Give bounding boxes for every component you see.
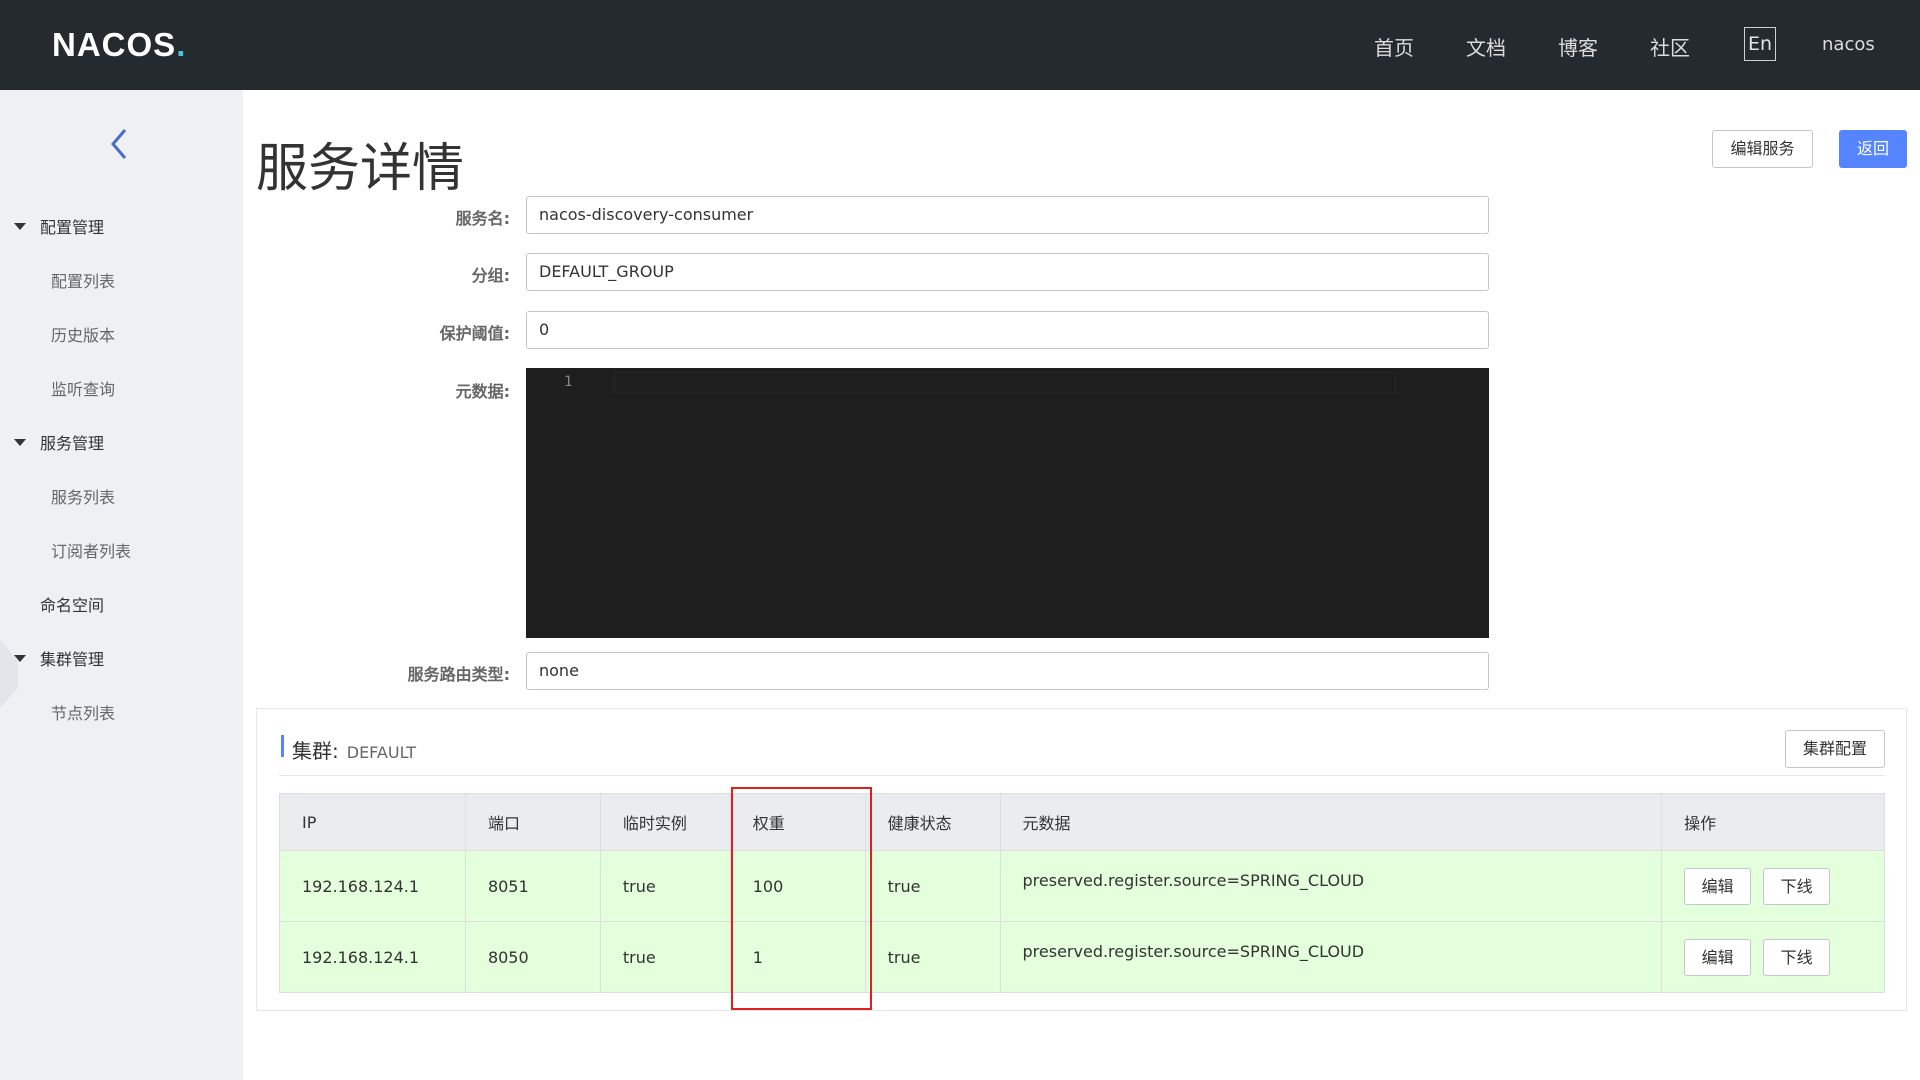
sidebar-group-cluster[interactable]: 集群管理 (14, 646, 104, 670)
nav-docs[interactable]: 文档 (1466, 32, 1506, 61)
cell-port: 8051 (464, 850, 601, 922)
sidebar-item-history[interactable]: 历史版本 (51, 322, 115, 346)
caret-down-icon (14, 654, 26, 662)
editor-current-line (614, 372, 1396, 394)
column-header-metadata: 元数据 (999, 793, 1663, 851)
cell-health: true (864, 921, 1001, 993)
sidebar-group-config[interactable]: 配置管理 (14, 214, 104, 238)
offline-instance-button[interactable]: 下线 (1763, 938, 1831, 976)
cluster-title: 集群: DEFAULT (281, 735, 416, 763)
logo-dot: . (176, 26, 187, 63)
sidebar-group-service[interactable]: 服务管理 (14, 430, 104, 454)
cell-ephemeral: true (599, 921, 731, 993)
sidebar (0, 90, 243, 1080)
service-name-label: 服务名: (455, 209, 510, 228)
sidebar-item-subscriber-list[interactable]: 订阅者列表 (51, 538, 131, 562)
page-title: 服务详情 (256, 139, 465, 199)
service-name-field[interactable]: nacos-discovery-consumer (526, 196, 1489, 234)
top-nav-bar: NACOS. 首页 文档 博客 社区 En nacos (0, 0, 1920, 90)
chevron-left-icon[interactable] (104, 124, 134, 164)
cell-ip: 192.168.124.1 (279, 850, 466, 922)
group-label: 分组: (471, 266, 510, 285)
caret-down-icon (14, 222, 26, 230)
back-button[interactable]: 返回 (1839, 130, 1907, 168)
cluster-label: 集群: (292, 739, 339, 763)
cell-ephemeral: true (599, 850, 731, 922)
user-name[interactable]: nacos (1822, 34, 1875, 55)
nav-blog[interactable]: 博客 (1558, 32, 1598, 61)
cluster-card: 集群: DEFAULT 集群配置 IP 端口 临时实例 权重 健康状态 元数据 … (256, 708, 1907, 1011)
cell-health: true (864, 850, 1001, 922)
nacos-logo[interactable]: NACOS. (52, 25, 186, 65)
offline-instance-button[interactable]: 下线 (1763, 867, 1831, 905)
protect-threshold-field[interactable]: 0 (526, 311, 1489, 349)
table-row: 192.168.124.1 8051 true 100 true preserv… (279, 850, 1885, 922)
sidebar-item-config-list[interactable]: 配置列表 (51, 268, 115, 292)
cell-weight: 100 (729, 850, 866, 922)
cell-actions: 编辑 下线 (1661, 850, 1885, 922)
cell-weight: 1 (729, 921, 866, 993)
column-header-health: 健康状态 (864, 793, 1001, 851)
edit-service-button[interactable]: 编辑服务 (1712, 130, 1813, 168)
metadata-label: 元数据: (455, 382, 510, 401)
sidebar-group-label: 集群管理 (40, 650, 105, 669)
column-header-ephemeral: 临时实例 (599, 793, 731, 851)
cell-metadata: preserved.register.source=SPRING_CLOUD (999, 850, 1663, 922)
cell-ip: 192.168.124.1 (279, 921, 466, 993)
cell-actions: 编辑 下线 (1661, 921, 1885, 993)
selector-type-field[interactable]: none (526, 652, 1489, 690)
language-toggle-button[interactable]: En (1744, 27, 1776, 61)
column-header-weight: 权重 (729, 793, 866, 851)
cluster-config-button[interactable]: 集群配置 (1785, 730, 1885, 768)
table-row: 192.168.124.1 8050 true 1 true preserved… (279, 921, 1885, 993)
sidebar-item-service-list[interactable]: 服务列表 (51, 484, 115, 508)
sidebar-item-namespace[interactable]: 命名空间 (40, 592, 104, 616)
selector-type-label: 服务路由类型: (407, 665, 510, 684)
group-field[interactable]: DEFAULT_GROUP (526, 253, 1489, 291)
table-header-row: IP 端口 临时实例 权重 健康状态 元数据 操作 (279, 793, 1885, 851)
sidebar-group-label: 服务管理 (40, 434, 105, 453)
column-header-actions: 操作 (1661, 793, 1885, 851)
editor-line-number: 1 (564, 374, 573, 390)
cluster-name: DEFAULT (346, 743, 417, 762)
divider (279, 775, 1885, 776)
column-header-ip: IP (279, 793, 466, 851)
nav-community[interactable]: 社区 (1650, 32, 1690, 61)
sidebar-item-node-list[interactable]: 节点列表 (51, 700, 115, 724)
sidebar-item-listener-query[interactable]: 监听查询 (51, 376, 115, 400)
cell-metadata: preserved.register.source=SPRING_CLOUD (999, 921, 1663, 993)
edit-instance-button[interactable]: 编辑 (1684, 867, 1752, 905)
column-header-port: 端口 (464, 793, 601, 851)
protect-threshold-label: 保护阈值: (439, 324, 510, 343)
caret-down-icon (14, 438, 26, 446)
cell-port: 8050 (464, 921, 601, 993)
edit-instance-button[interactable]: 编辑 (1684, 938, 1752, 976)
sidebar-group-label: 配置管理 (40, 218, 105, 237)
metadata-editor[interactable]: 1 (526, 368, 1489, 638)
logo-text: NACOS (52, 26, 177, 63)
instance-table: IP 端口 临时实例 权重 健康状态 元数据 操作 192.168.124.1 … (279, 793, 1885, 993)
nav-home[interactable]: 首页 (1374, 32, 1414, 61)
